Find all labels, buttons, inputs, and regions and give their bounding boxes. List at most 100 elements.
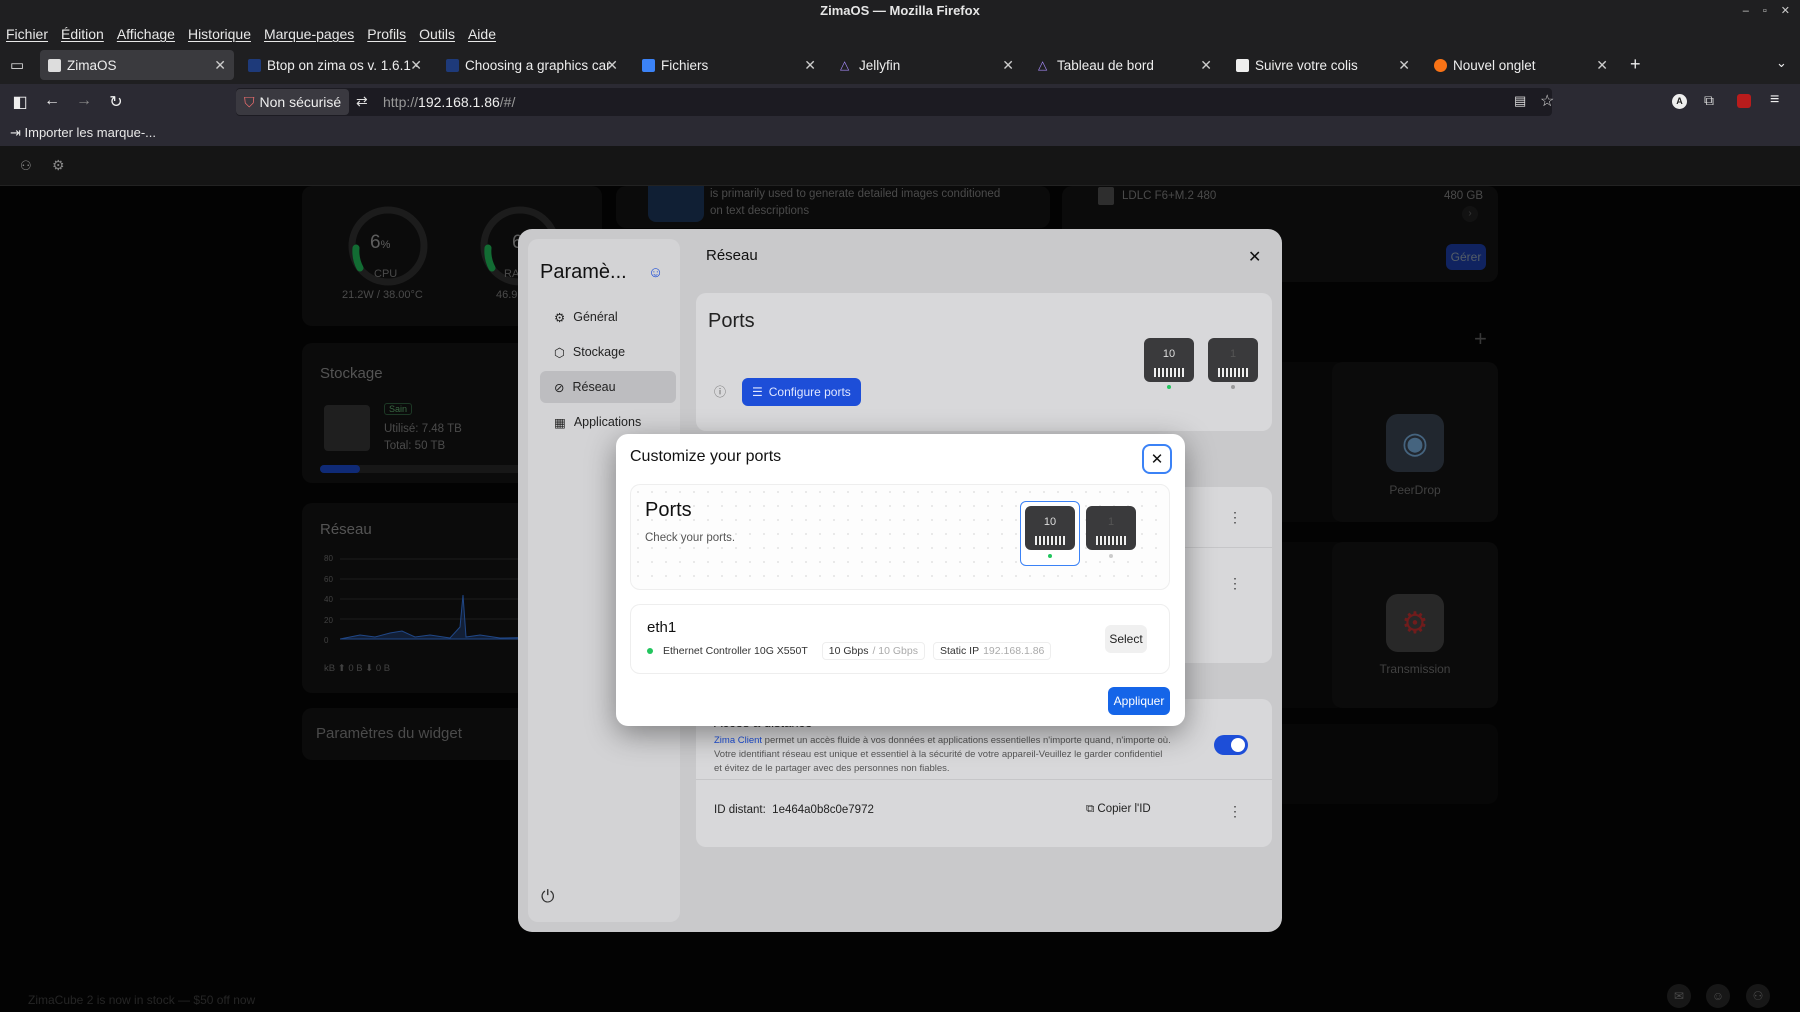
menu-marque-pages[interactable]: Marque-pages <box>264 26 354 42</box>
remote-id-row: ID distant: 1e464a0b8c0e7972 <box>714 804 874 816</box>
close-tab-icon[interactable]: ✕ <box>1596 57 1608 74</box>
port-inactive-dot <box>1109 554 1113 558</box>
reload-icon[interactable]: ↻ <box>106 92 126 112</box>
close-tab-icon[interactable]: ✕ <box>214 57 226 74</box>
settings-gear-icon[interactable]: ⚙ <box>52 157 65 174</box>
minimize-icon[interactable]: – <box>1743 0 1749 22</box>
ublock-icon[interactable] <box>1737 94 1751 108</box>
modal-ports-title: Ports <box>645 499 692 521</box>
close-window-icon[interactable]: ✕ <box>1781 0 1790 22</box>
user-icon[interactable]: ⚇ <box>20 158 32 174</box>
menu-affichage[interactable]: Affichage <box>117 26 175 42</box>
jellyfin-favicon-icon: △ <box>840 57 850 72</box>
firefox-favicon-icon <box>1434 58 1447 72</box>
port-active-dot <box>1048 554 1052 558</box>
port-1g[interactable]: 1 <box>1208 338 1258 382</box>
hamburger-menu-icon[interactable]: ≡ <box>1770 91 1779 109</box>
interface-details: Ethernet Controller 10G X550T 10 Gbps/ 1… <box>647 642 1052 660</box>
section-title: Réseau <box>706 247 758 264</box>
permissions-icon[interactable]: ⇄ <box>356 93 368 110</box>
tab-bar: ▭ ZimaOS ✕ Btop on zima os v. 1.6.1 · ✕ Ch… <box>0 46 1800 84</box>
sidebar-item-storage[interactable]: ⬡ Stockage <box>540 336 676 368</box>
close-tab-icon[interactable]: ✕ <box>1398 57 1410 74</box>
copy-icon: ⧉ <box>1086 803 1098 815</box>
forward-arrow-icon[interactable]: → <box>74 92 94 110</box>
tab-btop[interactable]: Btop on zima os v. 1.6.1 · ✕ <box>240 50 430 80</box>
port-10g[interactable]: 10 <box>1144 338 1194 382</box>
close-tab-icon[interactable]: ✕ <box>1002 57 1014 74</box>
tab-tableau-de-bord[interactable]: △ Tableau de bord ✕ <box>1030 50 1220 80</box>
menu-aide[interactable]: Aide <box>468 26 496 42</box>
power-icon[interactable]: ⏻ <box>541 887 554 907</box>
menu-edition[interactable]: Édition <box>61 26 104 42</box>
zimaos-favicon-icon <box>48 58 61 72</box>
close-tab-icon[interactable]: ✕ <box>1200 57 1212 74</box>
port-1g-icon[interactable]: 1 <box>1086 506 1136 550</box>
url-text[interactable]: http://192.168.1.86/#/ <box>383 94 515 110</box>
remote-id-value: 1e464a0b8c0e7972 <box>772 804 874 816</box>
close-settings-icon[interactable]: ✕ <box>1248 247 1261 267</box>
tab-graphics-card[interactable]: Choosing a graphics car ✕ <box>438 50 626 80</box>
port-10g-icon: 10 <box>1025 506 1075 550</box>
navigation-bar: ◧ ← → ↻ ⛉ Non sécurisé ⇄ http://192.168.1… <box>0 84 1800 120</box>
select-button[interactable]: Select <box>1105 625 1147 653</box>
new-tab-plus-icon[interactable]: + <box>1630 54 1641 75</box>
sidebar-item-network[interactable]: ⊘ Réseau <box>540 371 676 403</box>
window-title: ZimaOS — Mozilla Firefox <box>0 0 1800 22</box>
more-vertical-icon[interactable]: ⋮ <box>1228 509 1242 526</box>
folder-favicon-icon <box>642 58 655 72</box>
sidebar-toggle-icon[interactable]: ◧ <box>10 92 30 112</box>
ip-chip: Static IP 192.168.1.86 <box>932 642 1052 660</box>
tab-overview-icon[interactable]: ▭ <box>10 56 24 74</box>
parcel-favicon-icon <box>1236 58 1249 72</box>
remote-access-toggle[interactable] <box>1214 735 1248 755</box>
close-tab-icon[interactable]: ✕ <box>410 57 422 74</box>
bookmark-star-icon[interactable]: ☆ <box>1540 91 1554 111</box>
ports-card: Ports 10 1 ⓘ ☰ Configure ports <box>696 293 1272 431</box>
link-status-dot <box>647 648 653 654</box>
more-vertical-icon[interactable]: ⋮ <box>1228 803 1242 820</box>
close-tab-icon[interactable]: ✕ <box>606 57 618 74</box>
settings-title: Paramè... <box>540 261 627 283</box>
zima-client-link[interactable]: Zima Client <box>714 735 762 746</box>
menu-fichier[interactable]: Fichier <box>6 26 48 42</box>
extensions-puzzle-icon[interactable]: ⧉ <box>1704 92 1714 109</box>
modal-title: Customize your ports <box>630 448 782 465</box>
configure-ports-button[interactable]: ☰ Configure ports <box>742 378 861 406</box>
tab-suivre-colis[interactable]: Suivre votre colis ✕ <box>1228 50 1418 80</box>
import-icon: ⇥ <box>10 125 25 140</box>
sidebar-item-general[interactable]: ⚙ Général <box>540 301 676 333</box>
menu-bar: Fichier Édition Affichage Historique Mar… <box>0 22 1800 46</box>
menu-profils[interactable]: Profils <box>367 26 406 42</box>
menu-outils[interactable]: Outils <box>419 26 455 42</box>
speed-chip: 10 Gbps/ 10 Gbps <box>821 642 925 660</box>
close-tab-icon[interactable]: ✕ <box>804 57 816 74</box>
close-icon: ✕ <box>1150 451 1164 468</box>
tab-fichiers[interactable]: Fichiers ✕ <box>634 50 824 80</box>
copy-id-button[interactable]: ⧉ Copier l'ID <box>1086 803 1151 816</box>
network-icon: ⊘ <box>554 380 565 395</box>
tab-zimaos[interactable]: ZimaOS ✕ <box>40 50 234 80</box>
back-arrow-icon[interactable]: ← <box>42 92 62 110</box>
apply-button[interactable]: Appliquer <box>1108 687 1170 715</box>
more-vertical-icon[interactable]: ⋮ <box>1228 575 1242 592</box>
account-avatar-icon[interactable]: A <box>1672 94 1687 109</box>
menu-historique[interactable]: Historique <box>188 26 251 42</box>
reader-view-icon[interactable]: ▤ <box>1514 93 1526 109</box>
customize-ports-modal: Customize your ports ✕ Ports Check your … <box>616 434 1185 726</box>
info-icon[interactable]: ⓘ <box>714 383 726 400</box>
forum-favicon-icon <box>446 58 459 72</box>
smiley-icon[interactable]: ☺ <box>648 264 663 281</box>
tab-jellyfin[interactable]: △ Jellyfin ✕ <box>832 50 1022 80</box>
security-badge[interactable]: ⛉ Non sécurisé <box>236 89 350 115</box>
jellyfin-favicon-icon: △ <box>1038 57 1048 72</box>
port-status-dot <box>1231 385 1235 389</box>
maximize-icon[interactable]: ▫ <box>1763 0 1767 22</box>
remote-description: Zima Client permet un accès fluide à vos… <box>714 735 1171 774</box>
import-bookmarks-link[interactable]: Importer les marque-... <box>25 125 157 140</box>
list-tabs-chevron-icon[interactable]: ⌄ <box>1776 55 1787 71</box>
controller-chip: Ethernet Controller 10G X550T <box>647 642 814 660</box>
window-controls: – ▫ ✕ <box>1743 0 1790 22</box>
close-modal-button[interactable]: ✕ <box>1142 444 1172 474</box>
tab-nouvel-onglet[interactable]: Nouvel onglet ✕ <box>1426 50 1616 80</box>
